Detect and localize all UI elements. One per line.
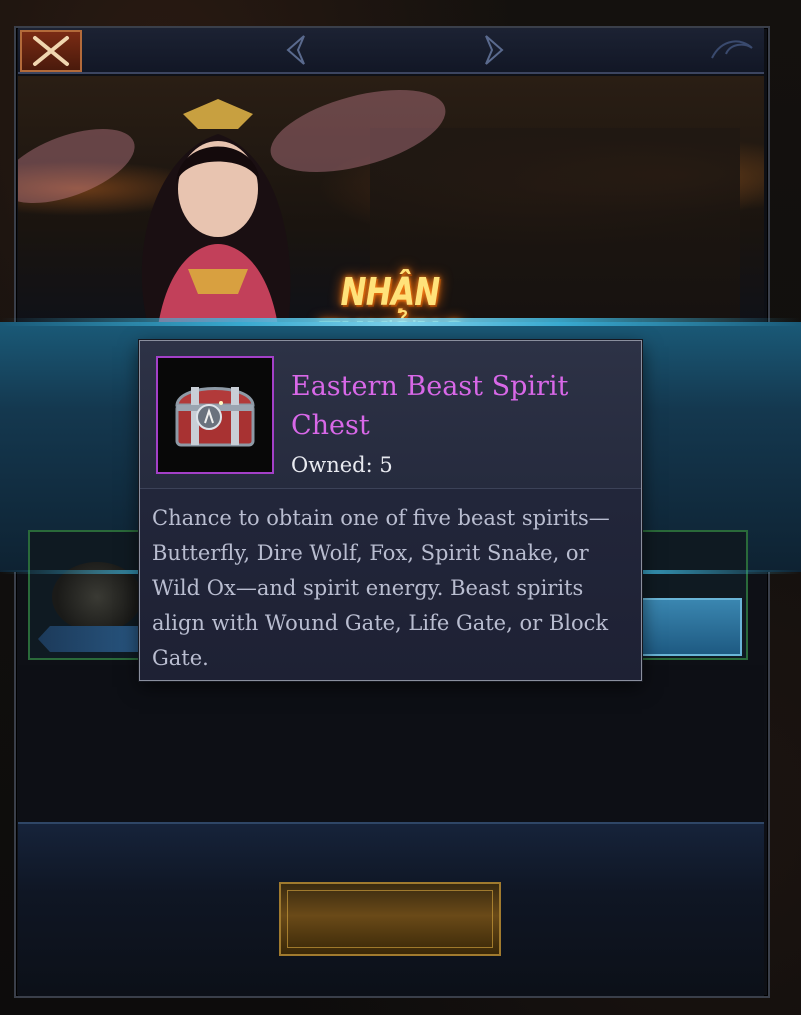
reward-slot-button[interactable] <box>632 598 742 656</box>
lower-panel <box>18 665 764 825</box>
top-bar <box>18 28 764 74</box>
swirl-ornament-icon <box>711 40 753 59</box>
treasure-chest-icon <box>175 387 255 447</box>
tooltip-header: Eastern Beast Spirit Chest Owned: 5 <box>140 341 641 489</box>
owned-value: 5 <box>379 453 393 477</box>
glow-line-top <box>0 318 801 326</box>
item-icon-frame <box>156 356 274 474</box>
ornament-left-icon <box>286 35 305 65</box>
item-description: Chance to obtain one of five beast spiri… <box>152 506 610 670</box>
close-x-icon <box>33 36 69 66</box>
owned-count: Owned: 5 <box>291 453 393 477</box>
close-button[interactable] <box>20 30 82 72</box>
item-tooltip: Eastern Beast Spirit Chest Owned: 5 Chan… <box>139 340 642 681</box>
item-name: Eastern Beast Spirit Chest <box>291 371 569 441</box>
claim-button[interactable] <box>279 882 501 956</box>
owned-label: Owned: <box>291 453 373 477</box>
ornament-right-icon <box>485 35 504 65</box>
